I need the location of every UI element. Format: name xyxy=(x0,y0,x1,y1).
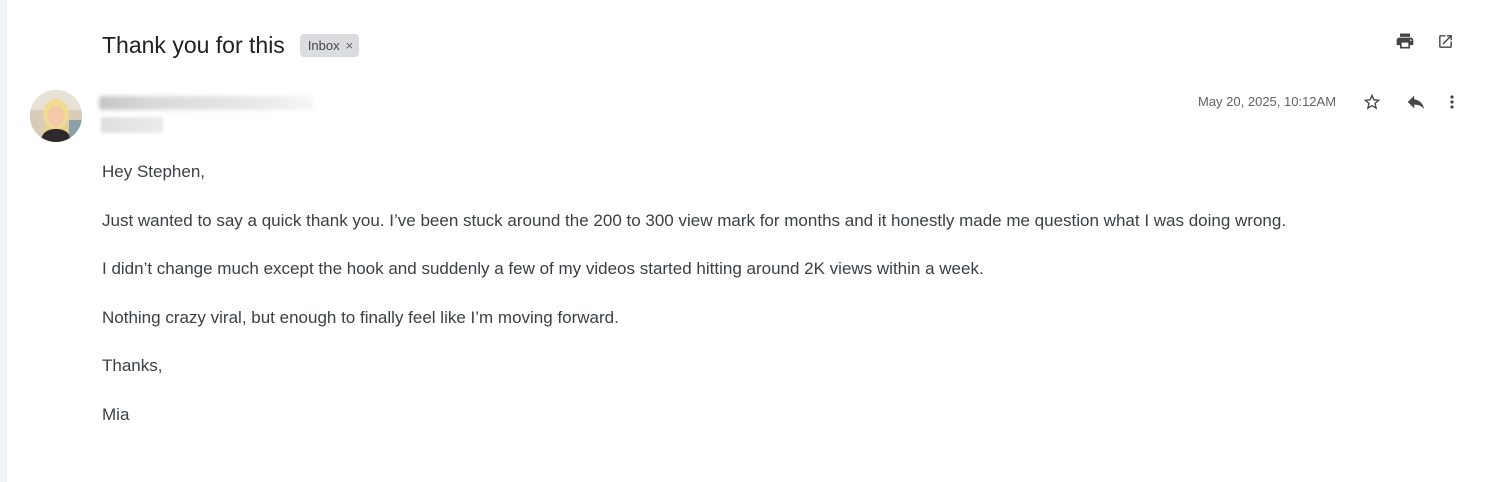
body-paragraph: I didn’t change much except the hook and… xyxy=(102,259,984,278)
email-subject: Thank you for this xyxy=(102,31,285,58)
reply-icon[interactable] xyxy=(1404,90,1428,114)
left-panel-edge xyxy=(0,0,7,482)
remove-label-button[interactable]: × xyxy=(346,38,354,53)
open-in-new-icon[interactable] xyxy=(1433,29,1457,53)
print-icon[interactable] xyxy=(1393,29,1417,53)
email-timestamp: May 20, 2025, 10:12AM xyxy=(1198,94,1337,109)
inbox-label-chip[interactable]: Inbox × xyxy=(299,33,360,57)
signoff: Thanks, xyxy=(102,356,163,375)
sender-name-redacted xyxy=(99,96,314,110)
sender-detail-redacted xyxy=(101,117,163,133)
greeting: Hey Stephen, xyxy=(102,162,206,181)
body-paragraph: Nothing crazy viral, but enough to final… xyxy=(102,307,619,327)
sender-avatar[interactable] xyxy=(30,90,82,142)
avatar-photo xyxy=(30,90,82,142)
star-icon[interactable] xyxy=(1360,90,1384,114)
label-text: Inbox xyxy=(307,37,340,53)
more-vert-icon[interactable] xyxy=(1440,90,1464,114)
email-body: Hey Stephen, Just wanted to say a quick … xyxy=(102,160,1322,451)
signature: Mia xyxy=(102,404,130,424)
subject-row: Thank you for this Inbox × xyxy=(102,28,360,62)
body-paragraph: Just wanted to say a quick thank you. I’… xyxy=(102,210,1287,230)
